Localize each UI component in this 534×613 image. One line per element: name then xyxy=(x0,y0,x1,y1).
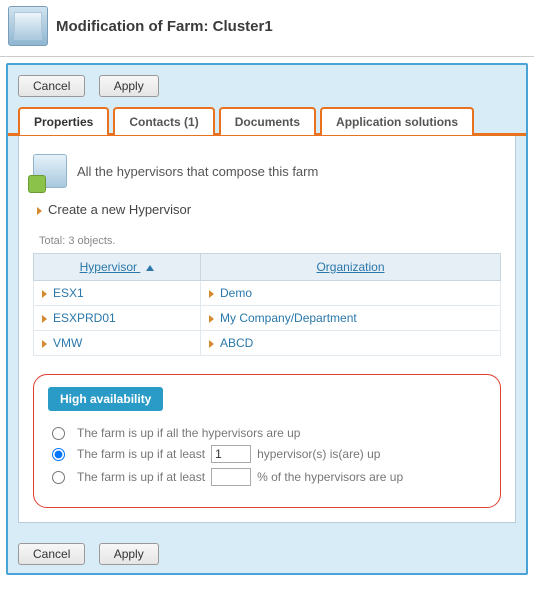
ha-radio-all[interactable] xyxy=(52,427,65,440)
form-panel: Cancel Apply Properties Contacts (1) Doc… xyxy=(6,63,528,575)
high-availability-box: High availability The farm is up if all … xyxy=(33,374,501,508)
cell-hypervisor: ESXPRD01 xyxy=(53,311,116,325)
col-organization-label: Organization xyxy=(316,260,384,274)
cell-organization: Demo xyxy=(220,286,252,300)
chevron-right-icon xyxy=(42,315,47,323)
cancel-button[interactable]: Cancel xyxy=(18,543,85,565)
tab-documents[interactable]: Documents xyxy=(219,107,316,135)
chevron-right-icon xyxy=(209,315,214,323)
tab-content: All the hypervisors that compose this fa… xyxy=(18,136,516,523)
chevron-right-icon xyxy=(37,207,42,215)
page-title: Modification of Farm: Cluster1 xyxy=(56,18,273,35)
ha-n-input[interactable] xyxy=(211,445,251,463)
col-hypervisor-label: Hypervisor xyxy=(80,260,137,274)
sort-asc-icon xyxy=(146,265,154,271)
intro-row: All the hypervisors that compose this fa… xyxy=(33,154,501,188)
bottom-button-row: Cancel Apply xyxy=(8,533,526,573)
tab-bar: Properties Contacts (1) Documents Applic… xyxy=(8,105,526,136)
top-button-row: Cancel Apply xyxy=(8,65,526,105)
ha-option-pct-pre: The farm is up if at least xyxy=(77,470,205,484)
chevron-right-icon xyxy=(209,290,214,298)
cancel-button[interactable]: Cancel xyxy=(18,75,85,97)
tab-contacts[interactable]: Contacts (1) xyxy=(113,107,214,135)
ha-pct-input[interactable] xyxy=(211,468,251,486)
table-row[interactable]: VMW ABCD xyxy=(34,331,501,356)
ha-option-all-label: The farm is up if all the hypervisors ar… xyxy=(77,426,300,440)
tab-properties[interactable]: Properties xyxy=(18,107,109,135)
hypervisor-group-icon xyxy=(33,154,67,188)
ha-option-all[interactable]: The farm is up if all the hypervisors ar… xyxy=(52,426,486,440)
cell-hypervisor: ESX1 xyxy=(53,286,84,300)
intro-text: All the hypervisors that compose this fa… xyxy=(77,164,318,179)
ha-option-pct[interactable]: The farm is up if at least % of the hype… xyxy=(52,468,486,486)
ha-title-badge: High availability xyxy=(48,387,163,411)
create-hypervisor-link[interactable]: Create a new Hypervisor xyxy=(37,202,501,217)
apply-button[interactable]: Apply xyxy=(99,75,159,97)
chevron-right-icon xyxy=(42,340,47,348)
table-row[interactable]: ESXPRD01 My Company/Department xyxy=(34,306,501,331)
ha-option-n-pre: The farm is up if at least xyxy=(77,447,205,461)
total-count: Total: 3 objects. xyxy=(39,235,501,247)
ha-option-pct-post: % of the hypervisors are up xyxy=(257,470,403,484)
ha-radio-pct[interactable] xyxy=(52,471,65,484)
apply-button[interactable]: Apply xyxy=(99,543,159,565)
cell-organization: My Company/Department xyxy=(220,311,357,325)
ha-option-n-post: hypervisor(s) is(are) up xyxy=(257,447,380,461)
ha-radio-n[interactable] xyxy=(52,448,65,461)
page-header: Modification of Farm: Cluster1 xyxy=(0,0,534,57)
ha-option-n[interactable]: The farm is up if at least hypervisor(s)… xyxy=(52,445,486,463)
cell-hypervisor: VMW xyxy=(53,336,82,350)
chevron-right-icon xyxy=(209,340,214,348)
chevron-right-icon xyxy=(42,290,47,298)
create-hypervisor-label: Create a new Hypervisor xyxy=(48,202,191,217)
tab-solutions[interactable]: Application solutions xyxy=(320,107,474,135)
farm-icon xyxy=(8,6,48,46)
hypervisor-table: Hypervisor Organization ESX1 Demo ESXPRD… xyxy=(33,253,501,356)
col-organization[interactable]: Organization xyxy=(201,254,501,281)
table-row[interactable]: ESX1 Demo xyxy=(34,281,501,306)
col-hypervisor[interactable]: Hypervisor xyxy=(34,254,201,281)
cell-organization: ABCD xyxy=(220,336,253,350)
